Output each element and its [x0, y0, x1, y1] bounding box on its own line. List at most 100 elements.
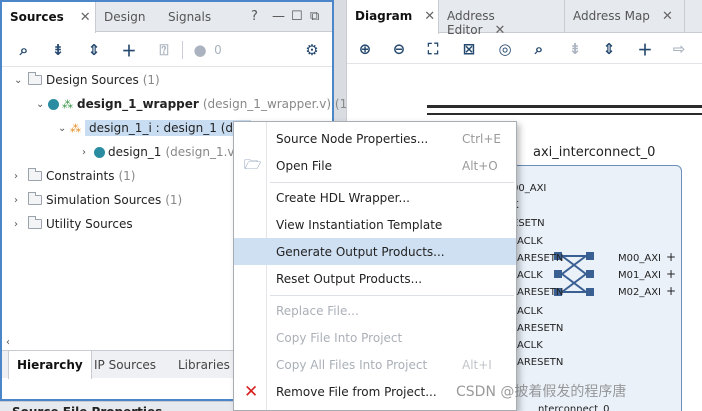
tab-ip-sources-label: IP Sources	[94, 358, 157, 372]
fit-view-icon[interactable]: ⛶	[423, 39, 443, 59]
expand-port-icon[interactable]: +	[666, 284, 676, 298]
search-icon[interactable]: ⌕	[14, 40, 34, 60]
search-icon[interactable]: ⌕	[529, 39, 549, 59]
menu-item-replace-file[interactable]: Replace File...	[234, 297, 516, 324]
tab-signals[interactable]: Signals	[160, 2, 219, 32]
tree-item-count: (1)	[165, 193, 183, 207]
menu-item-reset-output-products[interactable]: Reset Output Products...	[234, 265, 516, 292]
tab-diagram-label: Diagram	[355, 9, 413, 23]
chevron-right-icon[interactable]: ›	[14, 195, 26, 206]
add-ip-icon[interactable]: ＋	[635, 39, 655, 59]
tree-item-design-1-wrapper[interactable]: ⌄ ⁂ design_1_wrapper (design_1_wrapper.v…	[36, 93, 352, 115]
tab-signals-label: Signals	[168, 10, 212, 24]
menu-item-shortcut: Alt+I	[462, 357, 492, 372]
axi-interconnect-block[interactable]: 00_AXI K ESETN _ACLK _ARESETN _ACLK _ARE…	[507, 165, 682, 411]
tab-diagram[interactable]: Diagram ✕	[347, 0, 439, 34]
menu-item-create-hdl-wrapper[interactable]: Create HDL Wrapper...	[234, 184, 516, 211]
run-automation-icon[interactable]: ⇨	[669, 39, 689, 59]
menu-item-source-node-properties[interactable]: Source Node Properties... Ctrl+E	[234, 125, 516, 152]
master-port[interactable]: M01_AXI	[618, 270, 661, 281]
block-instance-label: nterconnect_0	[538, 404, 610, 411]
fit-selection-icon[interactable]: ⊠	[459, 39, 479, 59]
source-file-properties-header: Source File Properties	[0, 401, 236, 411]
tree-item-utility-sources[interactable]: › Utility Sources	[14, 213, 133, 235]
tree-item-simulation-sources[interactable]: › Simulation Sources (1)	[14, 189, 182, 211]
vivado-window: Sources ✕ Design Signals ? — ☐ ⧉ ⌕ ⇟ ⇕ ＋ …	[0, 0, 702, 411]
block-port: 00_AXI	[512, 183, 547, 194]
add-sources-icon[interactable]: ＋	[119, 40, 139, 60]
chevron-right-icon[interactable]: ›	[14, 171, 26, 182]
bus-line	[427, 105, 702, 108]
zoom-out-icon[interactable]: ⊖	[389, 39, 409, 59]
menu-item-shortcut: Alt+O	[462, 158, 498, 173]
menu-item-view-instantiation-template[interactable]: View Instantiation Template	[234, 211, 516, 238]
master-port[interactable]: M02_AXI	[618, 287, 661, 298]
sources-toolbar: ⌕ ⇟ ⇕ ＋ ⍰ ● 0 ⚙	[2, 33, 332, 67]
close-icon[interactable]: ✕	[424, 9, 435, 24]
tree-item-label: Design Sources	[46, 73, 139, 87]
menu-item-open-file[interactable]: 🗁 Open File Alt+O	[234, 152, 516, 179]
auto-connect-icon[interactable]: ◎	[495, 39, 515, 59]
minimize-icon[interactable]: —	[272, 9, 285, 24]
watermark: CSDN @披着假发的程序唐	[456, 384, 627, 400]
tab-hierarchy[interactable]: Hierarchy	[8, 351, 92, 379]
status-dot-icon: ●	[193, 41, 207, 59]
tab-design[interactable]: Design	[96, 2, 153, 32]
tree-item-constraints[interactable]: › Constraints (1)	[14, 165, 135, 187]
block-design-icon: ⁂	[70, 121, 81, 135]
close-icon[interactable]: ✕	[662, 9, 673, 24]
master-port[interactable]: M00_AXI	[618, 253, 661, 264]
expand-all-icon[interactable]: ⇕	[84, 40, 104, 60]
tree-item-design-1[interactable]: › design_1 (design_1.v)	[82, 141, 239, 163]
scroll-left-icon[interactable]: ‹	[6, 337, 10, 348]
menu-item-copy-all-files-into-project[interactable]: Copy All Files Into Project Alt+I	[234, 351, 516, 378]
menu-item-label: Open File	[276, 158, 332, 173]
tree-item-label: Utility Sources	[46, 217, 133, 231]
collapse-all-icon[interactable]: ⇟	[565, 39, 585, 59]
gear-icon[interactable]: ⚙	[302, 40, 322, 60]
chevron-down-icon[interactable]: ⌄	[36, 99, 48, 110]
chevron-down-icon[interactable]: ⌄	[14, 75, 26, 86]
tree-item-detail: (design_1_wrapper.v) (1)	[202, 97, 352, 111]
remove-icon: ✕	[244, 381, 259, 402]
chevron-down-icon[interactable]: ⌄	[58, 123, 70, 134]
tab-ip-sources[interactable]: IP Sources	[86, 351, 164, 379]
collapse-all-icon[interactable]: ⇟	[48, 40, 68, 60]
tree-item-design-1-i[interactable]: ⌄ ⁂ design_1_i : design_1 (des	[58, 117, 251, 139]
menu-item-label: Copy All Files Into Project	[276, 357, 428, 372]
folder-icon	[28, 192, 42, 205]
expand-port-icon[interactable]: +	[666, 250, 676, 264]
tab-libraries[interactable]: Libraries	[170, 351, 238, 379]
restore-icon[interactable]: ⧉	[310, 9, 319, 24]
menu-item-label: Copy File Into Project	[276, 330, 403, 345]
expand-port-icon[interactable]: +	[666, 267, 676, 281]
menu-item-generate-output-products[interactable]: Generate Output Products...	[234, 238, 516, 265]
diagram-tabbar: Diagram ✕ Address Editor ✕ Address Map ✕	[347, 0, 702, 38]
tab-sources[interactable]: Sources ✕	[2, 2, 96, 33]
tab-address-editor[interactable]: Address Editor ✕	[439, 0, 565, 38]
tab-address-map[interactable]: Address Map ✕	[565, 0, 685, 33]
folder-icon	[28, 72, 42, 85]
tab-design-label: Design	[104, 10, 146, 24]
maximize-icon[interactable]: ☐	[291, 9, 303, 24]
zoom-in-icon[interactable]: ⊕	[355, 39, 375, 59]
help-icon[interactable]: ?	[251, 9, 258, 24]
expand-all-icon[interactable]: ⇕	[599, 39, 619, 59]
sources-tabbar: Sources ✕ Design Signals ? — ☐ ⧉	[2, 2, 332, 33]
properties-icon[interactable]: ⍰	[154, 40, 174, 60]
tree-item-design-sources[interactable]: ⌄ Design Sources (1)	[14, 69, 160, 91]
tree-item-label: design_1	[108, 145, 162, 159]
menu-separator	[270, 295, 514, 296]
tab-address-map-label: Address Map	[573, 9, 650, 23]
block-title: axi_interconnect_0	[533, 145, 656, 160]
context-menu: Source Node Properties... Ctrl+E 🗁 Open …	[233, 121, 517, 411]
block-port: _ARESETN	[512, 253, 564, 264]
folder-icon	[28, 168, 42, 181]
menu-item-label: Replace File...	[276, 303, 359, 318]
chevron-right-icon[interactable]: ›	[82, 147, 94, 158]
toolbar-separator	[182, 41, 183, 59]
close-icon[interactable]: ✕	[80, 10, 91, 25]
chevron-right-icon[interactable]: ›	[14, 219, 26, 230]
menu-item-label: Source Node Properties...	[276, 131, 429, 146]
menu-item-copy-file-into-project[interactable]: Copy File Into Project	[234, 324, 516, 351]
